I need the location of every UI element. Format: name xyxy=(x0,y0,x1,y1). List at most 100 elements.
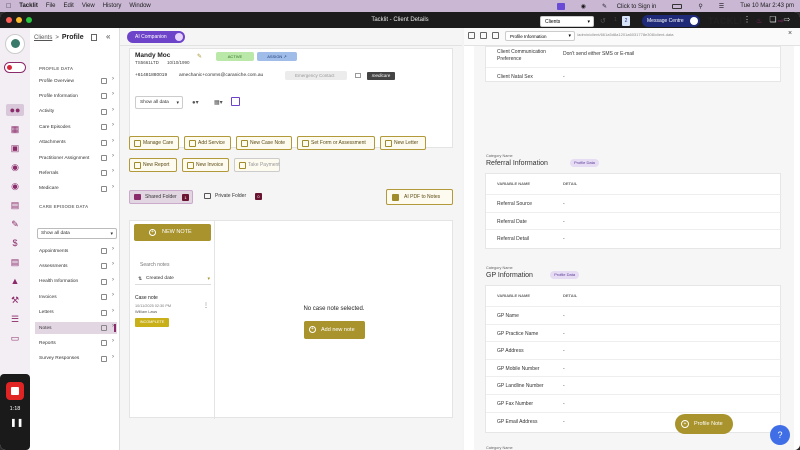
panel-icon[interactable] xyxy=(468,32,475,39)
sidebar-item-notes[interactable]: Notes › xyxy=(35,322,117,334)
reports-icon[interactable]: ▤ xyxy=(9,256,21,268)
monitor-icon[interactable]: ▭ xyxy=(9,332,21,344)
sidebar-item-care-episodes[interactable]: Care Episodes › xyxy=(35,121,117,133)
chevron-right-icon[interactable]: › xyxy=(112,91,114,97)
sidebar-item-activity[interactable]: Activity › xyxy=(35,106,117,118)
team-icon[interactable]: ◉ xyxy=(9,161,21,173)
sidebar-item-referrals[interactable]: Referrals › xyxy=(35,167,117,179)
chevron-right-icon[interactable]: › xyxy=(112,76,114,82)
menu-app-name[interactable]: Tacklit xyxy=(19,3,38,9)
search-notes-input[interactable]: Search notes xyxy=(140,262,169,268)
chevron-right-icon[interactable]: › xyxy=(112,261,114,267)
copy-icon[interactable] xyxy=(101,340,107,347)
popout-icon[interactable] xyxy=(492,32,499,39)
episode-filter-select[interactable]: Show all data ▾ xyxy=(37,228,117,239)
sidebar-item-survey-responses[interactable]: Survey Responses › xyxy=(35,353,117,365)
sidebar-item-medicare[interactable]: Medicare › xyxy=(35,183,117,195)
control-centre-icon[interactable]: ☰ xyxy=(719,3,724,10)
clock[interactable]: Tue 10 Mar 2:43 pm xyxy=(740,3,794,9)
assign-button[interactable]: ASSIGN ↗ xyxy=(257,52,297,61)
menu-view[interactable]: View xyxy=(82,3,95,9)
message-centre-button[interactable]: Message Centre xyxy=(642,15,700,27)
chevron-right-icon[interactable]: › xyxy=(112,277,114,283)
copy-icon[interactable] xyxy=(101,263,107,270)
sort-select[interactable]: ⇅ Created date ▾ xyxy=(135,273,211,285)
stop-recording-button[interactable] xyxy=(6,382,24,400)
contacts-icon[interactable]: ▣ xyxy=(9,142,21,154)
clients-icon[interactable]: ●● xyxy=(6,104,24,116)
clients-select[interactable]: Clients ▾ xyxy=(540,16,594,27)
copy-icon[interactable] xyxy=(101,185,107,192)
edit-client-icon[interactable]: ✎ xyxy=(197,53,202,60)
private-folder-tab[interactable]: Private Folder 0 xyxy=(200,190,262,204)
minimize-window-icon[interactable] xyxy=(16,17,22,23)
grid-view-icon[interactable] xyxy=(231,97,240,106)
chevron-right-icon[interactable]: › xyxy=(112,107,114,113)
forms-icon[interactable]: ▤ xyxy=(9,199,21,211)
chevron-right-icon[interactable]: › xyxy=(112,122,114,128)
close-window-icon[interactable] xyxy=(6,17,12,23)
menu-history[interactable]: History xyxy=(103,3,122,9)
zoom-window-icon[interactable] xyxy=(26,17,32,23)
help-icon[interactable]: ? xyxy=(770,425,790,445)
chevron-right-icon[interactable]: › xyxy=(112,354,114,360)
note-more-icon[interactable]: ⋮ xyxy=(203,302,209,309)
calendar-icon[interactable]: ▦ xyxy=(9,123,21,135)
manage-care-button[interactable]: Manage Care xyxy=(129,136,179,150)
show-all-data-select[interactable]: Show all data ▾ xyxy=(135,96,183,109)
split-icon[interactable] xyxy=(480,32,487,39)
close-panel-icon[interactable]: × xyxy=(788,30,792,37)
chevron-right-icon[interactable]: › xyxy=(112,338,114,344)
search-icon[interactable]: ⚲ xyxy=(698,3,702,10)
new-case-note-button[interactable]: New Case Note xyxy=(236,136,292,150)
profile-info-select[interactable]: Profile Information ▾ xyxy=(505,31,575,41)
copy-icon[interactable] xyxy=(90,34,97,41)
collapse-icon[interactable]: « xyxy=(106,32,110,41)
sidebar-item-appointments[interactable]: Appointments › xyxy=(35,245,117,257)
chevron-right-icon[interactable]: › xyxy=(112,184,114,190)
menu-file[interactable]: File xyxy=(46,3,56,9)
toggle-switch[interactable] xyxy=(4,62,26,73)
edit-icon[interactable]: ✎ xyxy=(9,218,21,230)
battery-icon[interactable] xyxy=(672,3,683,9)
copy-icon[interactable] xyxy=(101,124,107,131)
org-logo[interactable] xyxy=(5,34,25,54)
take-payment-button[interactable]: Take Payment xyxy=(234,158,280,172)
set-form-or-assessment-button[interactable]: Set Form or Assessment xyxy=(297,136,375,150)
copy-icon[interactable] xyxy=(101,139,107,146)
breadcrumb-clients[interactable]: Clients xyxy=(34,35,52,41)
sidebar-item-invoices[interactable]: Invoices › xyxy=(35,291,117,303)
sidebar-item-reports[interactable]: Reports › xyxy=(35,337,117,349)
new-invoice-button[interactable]: New Invoice xyxy=(182,158,229,172)
sidebar-item-health-information[interactable]: Health Information › xyxy=(35,276,117,288)
copy-icon[interactable] xyxy=(101,294,107,301)
group-filter-icon[interactable]: ●▾ xyxy=(192,99,199,106)
page-1-button[interactable]: 1 xyxy=(614,17,617,23)
history-icon[interactable]: ↺ xyxy=(600,17,606,25)
menu-window[interactable]: Window xyxy=(129,3,150,9)
chevron-right-icon[interactable]: › xyxy=(112,168,114,174)
emergency-contact-button[interactable]: Emergency Contact xyxy=(285,71,347,80)
copy-icon[interactable] xyxy=(101,78,107,84)
pause-icon[interactable]: ❚❚ xyxy=(10,418,23,427)
ai-pdf-to-notes-button[interactable]: AI PDF to Notes xyxy=(386,189,453,205)
shared-folder-tab[interactable]: Shared Folder 1 xyxy=(129,190,193,204)
copy-icon[interactable] xyxy=(101,108,107,115)
ai-companion-button[interactable]: AI Companion xyxy=(127,31,185,43)
copy-icon[interactable] xyxy=(101,93,107,100)
new-note-button[interactable]: + NEW NOTE xyxy=(134,224,211,241)
apple-icon[interactable]:  xyxy=(6,3,11,10)
client-email[interactable]: amechanic+comms@caraniche.com.au xyxy=(179,73,263,78)
chat-icon[interactable]: ◉ xyxy=(9,180,21,192)
profile-note-button[interactable]: + Profile Note xyxy=(675,414,733,434)
chevron-right-icon[interactable]: › xyxy=(112,308,114,314)
note-list-item[interactable]: Case note 10/11/2025 02:30 PM William La… xyxy=(130,293,214,343)
new-letter-button[interactable]: New Letter xyxy=(380,136,426,150)
copy-icon[interactable] xyxy=(101,278,107,285)
billing-icon[interactable]: $ xyxy=(9,237,21,249)
sidebar-item-profile-information[interactable]: Profile Information › xyxy=(35,90,117,102)
logout-icon[interactable]: ⇨ xyxy=(778,17,784,25)
copy-icon[interactable] xyxy=(101,325,107,331)
chevron-right-icon[interactable]: › xyxy=(112,292,114,298)
copy-icon[interactable] xyxy=(101,309,107,316)
